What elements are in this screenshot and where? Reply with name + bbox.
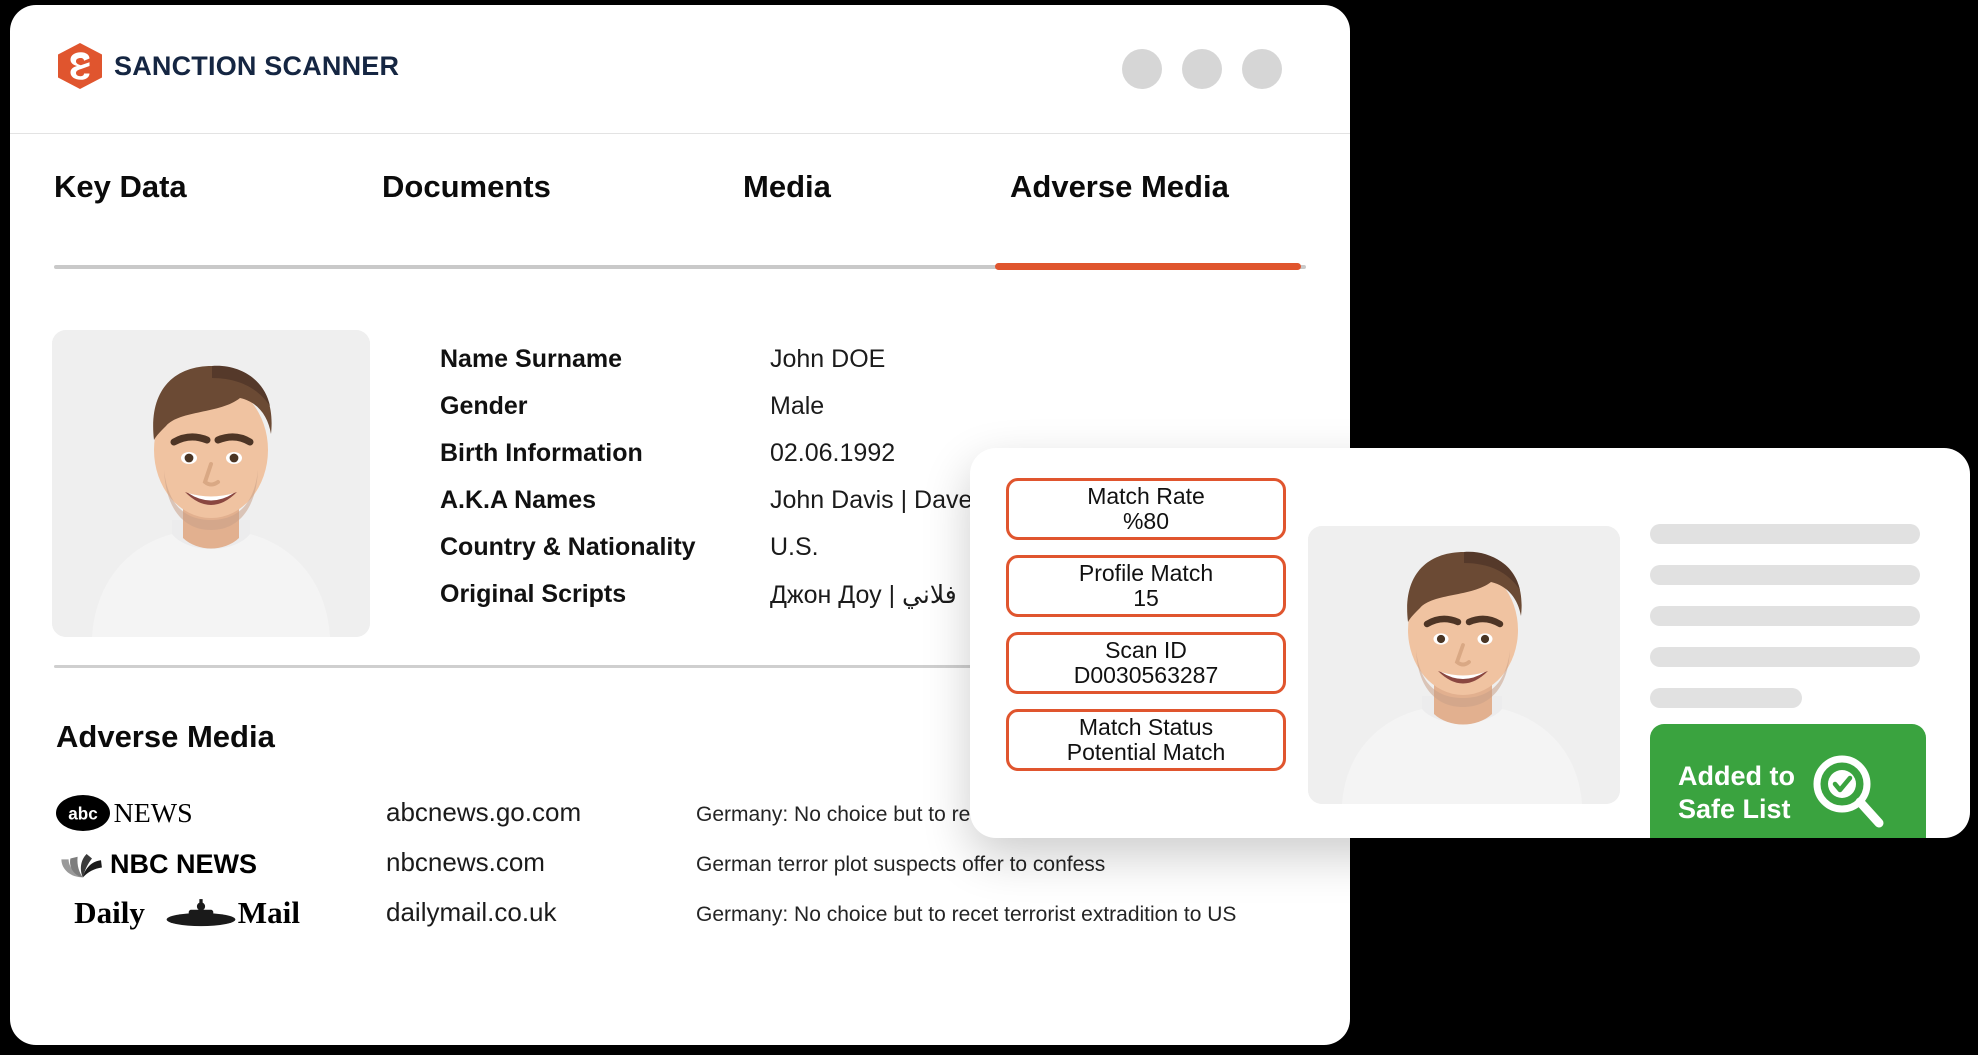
chip-value: Potential Match	[1066, 739, 1226, 765]
skeleton-line	[1650, 606, 1920, 626]
tab-adverse-media[interactable]: Adverse Media	[1010, 169, 1229, 205]
field-label: A.K.A Names	[440, 486, 597, 514]
brand-name: SANCTION SCANNER	[114, 50, 400, 81]
list-item[interactable]: NBC NEWS nbcnews.com German terror plot …	[56, 845, 1316, 895]
window-titlebar: SANCTION SCANNER	[10, 5, 1350, 134]
profile-portrait-illustration	[52, 330, 370, 637]
match-photo	[1308, 526, 1620, 804]
field-label: Birth Information	[440, 439, 643, 467]
chip-profile-match[interactable]: Profile Match 15	[1006, 555, 1286, 617]
chip-label: Match Rate	[1087, 483, 1205, 510]
field-value: John Davis | Dave	[770, 486, 973, 514]
tab-bar: Key Data Documents Media Adverse Media	[10, 133, 1350, 223]
window-dot-minimize[interactable]	[1122, 49, 1162, 89]
svg-text:abc: abc	[68, 804, 97, 823]
safe-list-label-line1: Added to	[1678, 761, 1795, 792]
field-label: Country & Nationality	[440, 533, 696, 561]
svg-text:Daily: Daily	[74, 895, 145, 930]
chip-label: Scan ID	[1105, 637, 1187, 664]
field-label: Name Surname	[440, 345, 623, 373]
chip-value: %80	[1122, 508, 1170, 534]
field-value: U.S.	[770, 533, 819, 561]
adverse-media-heading: Adverse Media	[56, 719, 275, 754]
window-controls	[1122, 49, 1282, 89]
field-value: Джон Доу | فلاني	[770, 581, 957, 609]
match-detail-card: Match Rate %80 Profile Match 15 Scan ID …	[970, 448, 1970, 838]
safe-list-label-line2: Safe List	[1678, 794, 1791, 824]
magnifier-check-icon	[1813, 755, 1884, 828]
abc-news-logo-icon: abc NEWS	[56, 795, 193, 831]
sanction-scanner-hexagon-s-logo-icon	[58, 43, 102, 89]
tab-media[interactable]: Media	[743, 169, 831, 205]
skeleton-line	[1650, 524, 1920, 544]
skeleton-line	[1650, 647, 1920, 667]
news-headline: Germany: No choice but to recet terroris…	[696, 903, 1237, 926]
tab-documents[interactable]: Documents	[382, 169, 551, 205]
skeleton-line	[1650, 688, 1802, 708]
field-value: Male	[770, 392, 825, 420]
added-to-safe-list-button[interactable]: Added to Safe List	[1650, 724, 1926, 838]
window-dot-close[interactable]	[1242, 49, 1282, 89]
tab-active-indicator	[995, 263, 1301, 270]
daily-mail-logo-icon: Daily Mail	[74, 895, 301, 930]
window-dot-maximize[interactable]	[1182, 49, 1222, 89]
field-label: Gender	[440, 392, 528, 420]
tab-key-data[interactable]: Key Data	[54, 169, 187, 205]
safe-list-button-label: Added to Safe List	[1678, 760, 1795, 826]
chip-label: Profile Match	[1078, 560, 1214, 587]
news-domain: abcnews.go.com	[386, 797, 582, 827]
news-domain: nbcnews.com	[386, 847, 545, 877]
field-value: John DOE	[770, 345, 886, 373]
profile-photo	[52, 330, 370, 637]
news-headline: German terror plot suspects offer to con…	[696, 853, 1106, 876]
chip-value: 15	[1133, 585, 1159, 611]
chip-value: D0030563287	[1073, 662, 1219, 688]
svg-text:NEWS: NEWS	[114, 798, 193, 829]
skeleton-line	[1650, 565, 1920, 585]
chip-match-status[interactable]: Match Status Potential Match	[1006, 709, 1286, 771]
svg-text:Mail: Mail	[238, 895, 301, 930]
chip-scan-id[interactable]: Scan ID D0030563287	[1006, 632, 1286, 694]
news-domain: dailymail.co.uk	[386, 897, 557, 927]
nbc-news-logo-icon: NBC NEWS	[61, 849, 257, 879]
list-item[interactable]: Daily Mail dailymail.co.uk Germany: No c…	[56, 895, 1316, 945]
skeleton-text-block	[1650, 524, 1920, 729]
field-label: Original Scripts	[440, 580, 627, 608]
chip-match-rate[interactable]: Match Rate %80	[1006, 478, 1286, 540]
match-chip-list: Match Rate %80 Profile Match 15 Scan ID …	[1006, 478, 1286, 786]
match-portrait-illustration	[1308, 526, 1620, 804]
field-value: 02.06.1992	[770, 439, 896, 467]
svg-text:NBC NEWS: NBC NEWS	[110, 849, 257, 879]
brand-logo[interactable]: SANCTION SCANNER	[58, 43, 399, 89]
chip-label: Match Status	[1078, 714, 1214, 741]
